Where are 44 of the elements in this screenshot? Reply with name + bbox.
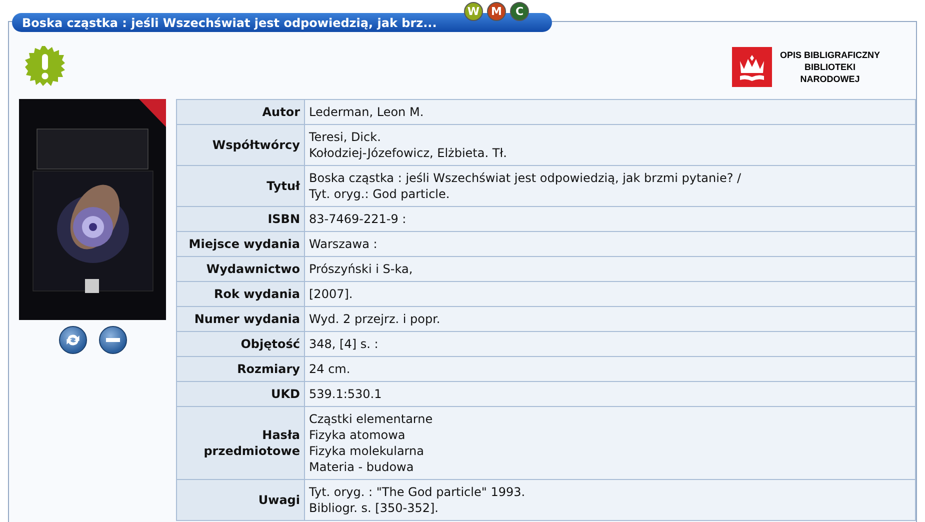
field-label: Uwagi (176, 480, 304, 520)
field-label: Rok wydania (176, 282, 304, 306)
format-badge[interactable]: W (464, 2, 483, 21)
field-value: Cząstki elementarne (309, 411, 434, 427)
field-value: Materia - budowa (309, 459, 415, 475)
panel-title: Boska cząstka : jeśli Wszechświat jest odpowiedzią, jak brz... (22, 16, 437, 30)
refresh-button[interactable] (58, 326, 86, 354)
field-value: Fizyka molekularna (309, 443, 425, 459)
logo-text: OPIS BIBLIGRAFICZNY (780, 49, 880, 61)
field-value: Teresi, Dick. (309, 129, 382, 145)
field-label: Miejsce wydania (176, 232, 304, 256)
field-label: ISBN (176, 206, 304, 232)
field-value: Boska cząstka : jeśli Wszechświat jest odpowiedzią, jak brzmi pytanie? / (309, 170, 742, 186)
minus-icon (106, 338, 120, 342)
field-value: Lederman, Leon M. (309, 104, 425, 120)
field-value: 24 cm. (309, 361, 352, 377)
field-value: Prószyński i S-ka, (309, 261, 414, 277)
format-badge[interactable]: C (510, 2, 529, 21)
field-value: Tyt. oryg. : "The God particle" 1993. (309, 484, 526, 500)
field-label: UKD (176, 382, 304, 406)
field-label: Współtwórcy (176, 124, 304, 166)
format-badge[interactable]: M (487, 2, 506, 21)
field-label: Numer wydania (176, 306, 304, 332)
field-value: Fizyka atomowa (309, 427, 406, 443)
field-label: Objętość (176, 332, 304, 356)
field-label: Wydawnictwo (176, 256, 304, 282)
field-value: 539.1:530.1 (309, 386, 383, 402)
exclamation-icon (25, 46, 65, 86)
field-value: Tyt. oryg.: God particle. (309, 186, 451, 202)
field-label: Autor (176, 100, 304, 124)
field-value: 348, [4] s. : (309, 336, 380, 352)
field-label: Hasła przedmiotowe (176, 406, 304, 480)
field-value: Wyd. 2 przejrz. i popr. (309, 311, 442, 327)
field-label: Rozmiary (176, 356, 304, 382)
logo-text: NARODOWEJ (800, 73, 860, 85)
remove-button[interactable] (98, 326, 126, 354)
field-label: Tytuł (176, 166, 304, 206)
crown-logo-icon (732, 47, 772, 87)
field-value: Warszawa : (309, 236, 378, 252)
field-value: Kołodziej-Józefowicz, Elżbieta. Tł. (309, 145, 508, 161)
field-value: 83-7469-221-9 : (309, 211, 408, 227)
field-value: Bibliogr. s. [350-352]. (309, 500, 440, 516)
logo-text: BIBLIOTEKI (804, 61, 856, 73)
field-value: [2007]. (309, 286, 354, 302)
